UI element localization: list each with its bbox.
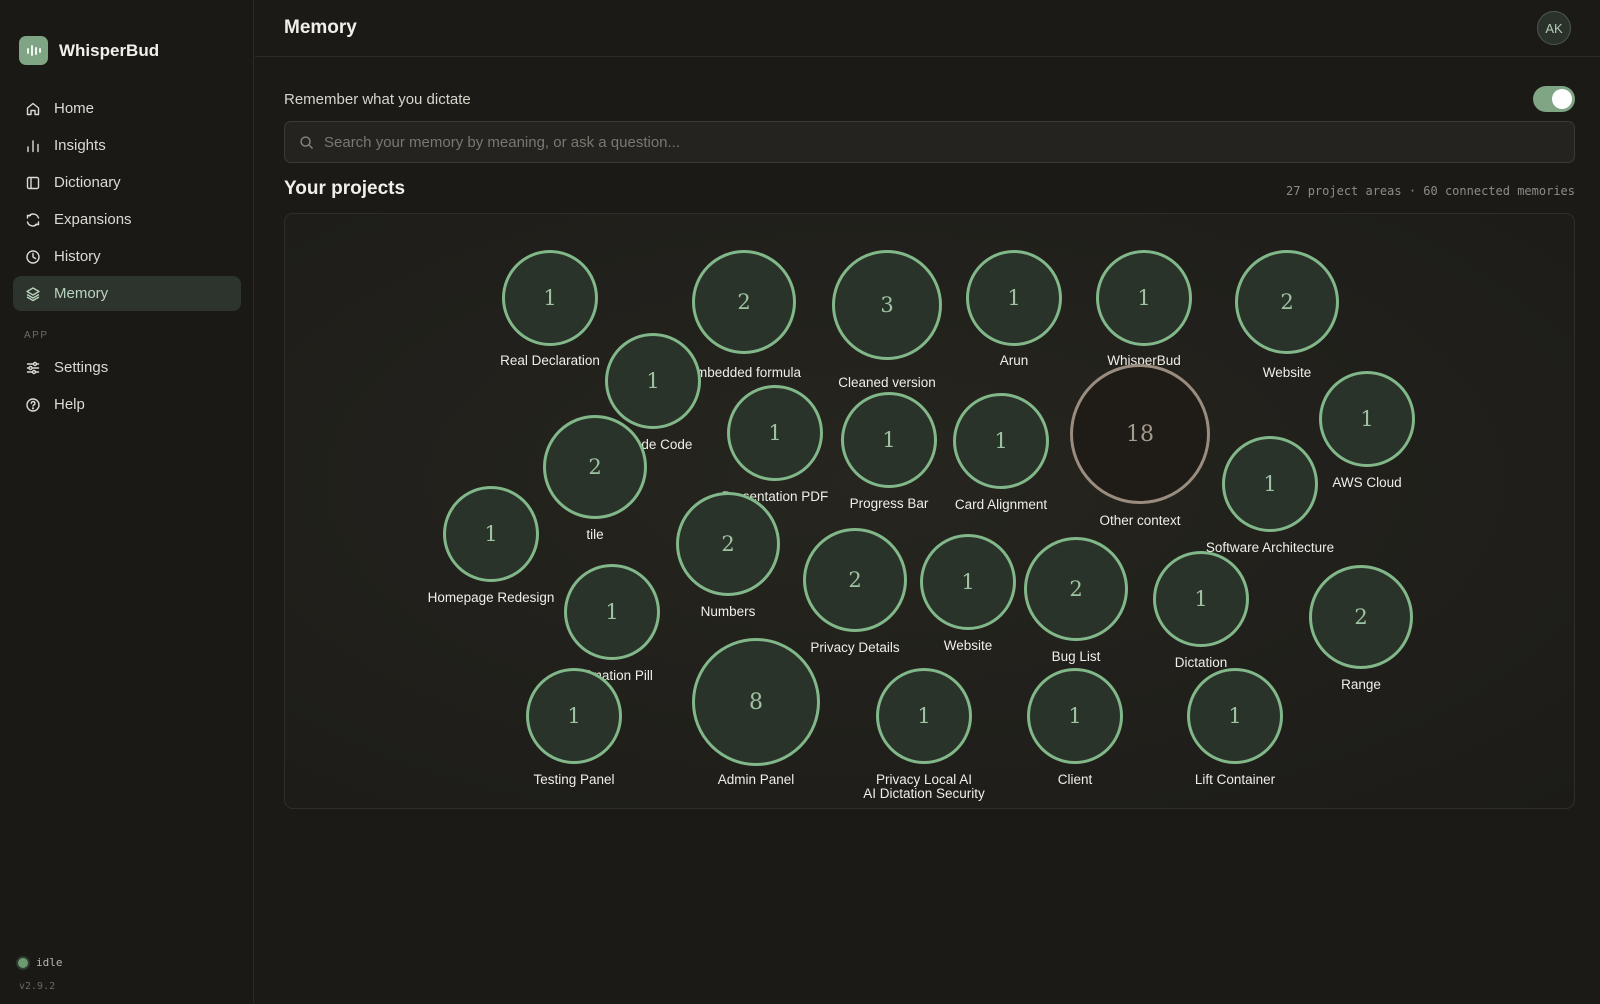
toggle-knob — [1552, 89, 1572, 109]
project-node[interactable]: 1 — [876, 668, 972, 764]
project-node[interactable]: 2 — [1024, 537, 1128, 641]
search-icon — [300, 135, 313, 149]
project-node-label: Homepage Redesign — [427, 590, 555, 605]
project-node-label: Real Declaration — [500, 353, 600, 368]
status-indicator: idle — [18, 956, 63, 969]
sidebar-item-history[interactable]: History — [13, 239, 241, 274]
sidebar-item-home[interactable]: Home — [13, 91, 241, 126]
project-node-label: Other context — [1099, 513, 1181, 528]
app-name: WhisperBud — [59, 40, 160, 60]
project-node[interactable]: 1 — [920, 534, 1016, 630]
project-node-label: AWS Cloud — [1332, 475, 1402, 490]
bar-chart-icon — [27, 139, 39, 152]
memory-search — [284, 121, 1575, 163]
project-node-label: Arun — [999, 353, 1029, 368]
home-icon — [26, 102, 40, 115]
project-node[interactable]: 3 — [832, 250, 942, 360]
sidebar-item-label: Expansions — [54, 211, 132, 228]
project-node-label: Dictation — [1174, 655, 1228, 670]
sidebar-item-dictionary[interactable]: Dictionary — [13, 165, 241, 200]
project-node-label: Progress Bar — [849, 496, 929, 511]
sidebar-item-label: History — [54, 248, 101, 265]
project-node[interactable]: 1 — [502, 250, 598, 346]
project-node[interactable]: 1 — [1222, 436, 1318, 532]
project-node-label: Client — [1057, 772, 1093, 787]
sidebar-item-label: Memory — [54, 285, 109, 302]
layers-icon — [26, 286, 40, 301]
projects-summary: 27 project areas · 60 connected memories — [1286, 184, 1575, 198]
project-node-label: Numbers — [700, 604, 756, 619]
project-node[interactable]: 1 — [564, 564, 660, 660]
project-node-label: Card Alignment — [954, 497, 1048, 512]
memory-search-input[interactable] — [324, 133, 1574, 151]
project-node-label: tile — [586, 527, 604, 542]
waveform-logo-icon — [19, 36, 48, 65]
project-node-label: Website — [943, 638, 993, 653]
project-graph: 1 Real Declaration 2 Embedded formula 3 Clean… — [284, 213, 1575, 809]
project-node[interactable]: 2 — [1235, 250, 1339, 354]
page-title: Memory — [284, 17, 357, 38]
sidebar-item-expansions[interactable]: Expansions — [13, 202, 241, 237]
project-node-label: Bug List — [1051, 649, 1101, 664]
expand-icon — [26, 212, 40, 227]
app-version: v2.9.2 — [19, 981, 56, 992]
sidebar-item-label: Settings — [54, 359, 109, 376]
sidebar-nav: Home Insights Dictionary Expansions Hist… — [13, 91, 241, 424]
clock-icon — [26, 249, 40, 264]
sliders-icon — [26, 361, 40, 374]
book-icon — [26, 176, 40, 189]
sidebar-item-label: Home — [54, 100, 95, 117]
project-node-label: Website — [1262, 365, 1312, 380]
project-node[interactable]: 1 — [1319, 371, 1415, 467]
sidebar-section-label: APP — [24, 330, 49, 341]
project-node[interactable]: 2 — [692, 250, 796, 354]
page-header: Memory AK — [255, 0, 1600, 57]
project-node[interactable]: 1 — [1027, 668, 1123, 764]
sidebar-item-label: Insights — [54, 137, 106, 154]
project-node-label: Cleaned version — [838, 375, 936, 390]
project-node-label: Lift Container — [1194, 772, 1276, 787]
project-node[interactable]: 1 — [727, 385, 823, 481]
project-node[interactable]: 1 — [966, 250, 1062, 346]
help-circle-icon — [26, 397, 40, 412]
project-node[interactable]: 2 — [543, 415, 647, 519]
project-node[interactable]: 1 — [953, 393, 1049, 489]
sidebar-item-help[interactable]: Help — [13, 387, 241, 422]
status-dot-icon — [18, 957, 28, 968]
project-node[interactable]: 1 — [605, 333, 701, 429]
project-node-label: Software Architecture — [1205, 540, 1335, 555]
remember-toggle[interactable] — [1533, 86, 1575, 112]
sidebar-item-label: Help — [54, 396, 85, 413]
project-node-label: Privacy Details — [810, 640, 900, 655]
project-node[interactable]: 1 — [1096, 250, 1192, 346]
project-node[interactable]: 8 — [692, 638, 820, 766]
project-node[interactable]: 2 — [676, 492, 780, 596]
avatar[interactable]: AK — [1537, 11, 1571, 45]
project-node-label: Testing Panel — [533, 772, 615, 787]
projects-title: Your projects — [284, 178, 406, 199]
project-node[interactable]: 1 — [1153, 551, 1249, 647]
project-node[interactable]: 1 — [443, 486, 539, 582]
sidebar-item-label: Dictionary — [54, 174, 121, 191]
project-node-label: Range — [1341, 677, 1381, 692]
project-node-label: Privacy Local AI AI Dictation Security — [863, 772, 985, 801]
project-node[interactable]: 1 — [1187, 668, 1283, 764]
remember-toggle-label: Remember what you dictate — [284, 91, 471, 108]
sidebar: WhisperBud Home Insights Dictionary Expa… — [0, 0, 254, 1004]
sidebar-item-insights[interactable]: Insights — [13, 128, 241, 163]
sidebar-item-settings[interactable]: Settings — [13, 350, 241, 385]
project-node-label: Admin Panel — [717, 772, 795, 787]
status-text: idle — [36, 956, 63, 969]
project-node[interactable]: 2 — [803, 528, 907, 632]
project-node[interactable]: 1 — [526, 668, 622, 764]
project-node[interactable]: 18 — [1070, 364, 1210, 504]
project-node-label: Embedded formula — [686, 365, 802, 380]
sidebar-item-memory[interactable]: Memory — [13, 276, 241, 311]
project-node[interactable]: 1 — [841, 392, 937, 488]
project-node[interactable]: 2 — [1309, 565, 1413, 669]
brand[interactable]: WhisperBud — [19, 36, 159, 65]
